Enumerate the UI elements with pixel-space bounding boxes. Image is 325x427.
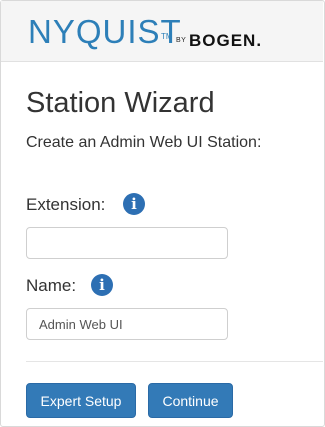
continue-button[interactable]: Continue [148, 383, 233, 418]
app-header: NYQUIST TM BY BOGEN. [1, 1, 323, 62]
by-text: BY [176, 37, 187, 44]
name-info-icon[interactable]: i [91, 274, 113, 296]
page-subtitle: Create an Admin Web UI Station: [26, 134, 262, 151]
nyquist-logo: NYQUIST [28, 13, 182, 50]
section-divider [26, 361, 323, 362]
expert-setup-button[interactable]: Expert Setup [26, 383, 136, 418]
bogen-logo: BOGEN. [189, 31, 263, 50]
page-title: Station Wizard [26, 87, 215, 119]
name-label: Name: [26, 276, 77, 295]
name-input[interactable] [26, 308, 228, 340]
trademark-mark: TM [161, 32, 173, 41]
extension-info-icon[interactable]: i [123, 193, 145, 215]
extension-label: Extension: [26, 195, 106, 214]
extension-input[interactable] [26, 227, 228, 259]
